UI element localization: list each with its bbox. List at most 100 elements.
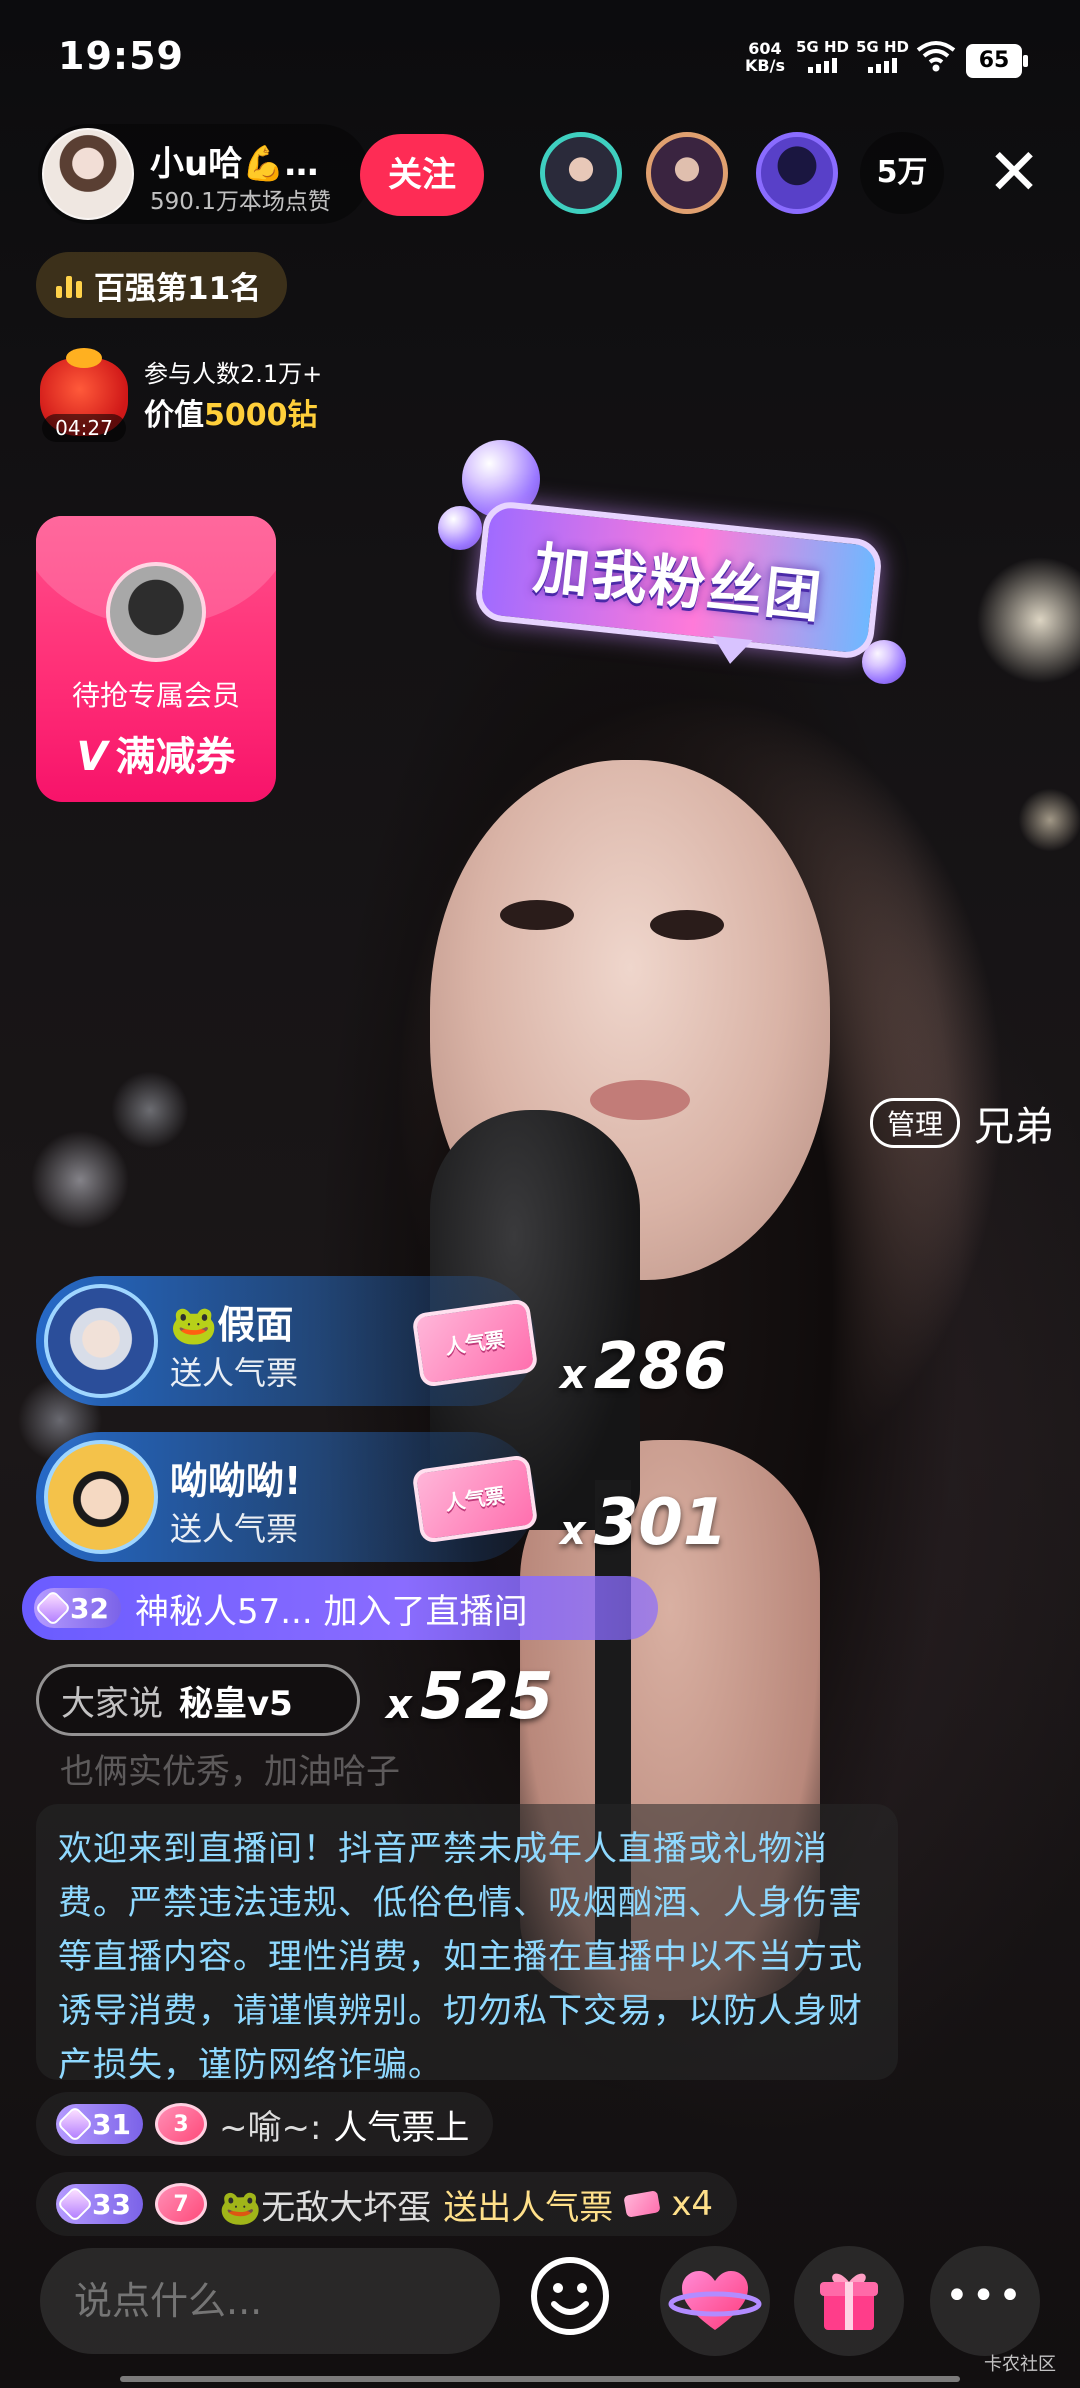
fan-level-badge: 3 [154,2103,207,2145]
watermark: 卡农社区 [984,2354,1056,2375]
home-indicator [120,2376,960,2382]
streamer-eye-left [500,900,574,930]
hot-comment-combo: x 525 [386,1660,553,1734]
disco-ball-small-icon [438,506,482,550]
hot-comment-pill[interactable]: 大家说 秘皇v5 [36,1664,360,1736]
lucky-bag-icon[interactable]: 04:27 [36,348,132,444]
streamer-eye-right [650,910,724,940]
top-viewer-avatar-3[interactable] [756,132,838,214]
streamer-lips [590,1080,690,1120]
coupon-subtitle: V 满减券 [36,724,276,782]
coupon-v-mark: V [76,734,108,780]
battery-indicator: 65 [966,44,1028,78]
signal1-label: 5G HD [796,38,849,56]
level-gem-icon [34,1589,72,1627]
gift-user-avatar[interactable] [44,1440,158,1554]
lucky-bag-participants: 参与人数2.1万+ [144,360,323,388]
lucky-bag-value-amount: 5000钻 [204,398,318,433]
viewer-join-banner: 32 神秘人57... 加入了直播间 [22,1576,658,1640]
hot-comment-text: 秘皇v5 [179,1683,293,1724]
gift-description: 送人气票 [170,1354,299,1392]
gift-combo-x: x [560,1352,586,1398]
gift-box-icon [820,2273,878,2330]
signal1-bars-icon [808,58,837,73]
platform-notice: 欢迎来到直播间！抖音严禁未成年人直播或礼物消费。严禁违法违规、低俗色情、吸烟酗酒… [36,1804,898,2085]
gift-description: 送人气票 [170,1510,299,1548]
coupon-avatar [106,562,206,662]
user-level-number: 32 [70,1591,109,1625]
level-gem-icon [56,2105,94,2143]
status-time: 19:59 [58,34,184,78]
rank-pill[interactable]: 百强第11名 [36,252,288,318]
gift-combo-x: x [560,1508,586,1554]
gift-combo: x 301 [560,1486,727,1560]
user-level-badge: 31 [56,2104,143,2144]
follow-button[interactable]: 关注 [360,134,484,216]
admin-entry-notice: 管理 兄弟 [870,1094,1054,1152]
admin-tag: 管理 [870,1098,961,1148]
gift-combo-count: 301 [593,1486,728,1560]
network-speed-value: 604 [748,39,782,58]
coupon-subtitle-text: 满减券 [115,734,236,780]
bottom-bar: ••• [0,2240,1080,2388]
gift-user-avatar[interactable] [44,1284,158,1398]
anchor-likes: 590.1万本场点赞 [150,189,331,215]
chat-text: 人气票上 [333,2107,470,2148]
like-heart-button[interactable] [660,2246,770,2356]
rank-bars-icon [56,272,82,298]
ticket-mini-icon [623,2190,661,2218]
join-text: 神秘人57... 加入了直播间 [134,1591,528,1632]
gift-combo-count: 286 [593,1330,728,1404]
user-level-badge: 33 [56,2184,143,2224]
signal2-bars-icon [868,58,897,73]
signal2-label: 5G HD [856,38,909,56]
chat-input[interactable] [40,2248,500,2354]
gift-notification[interactable]: 呦呦呦! 送人气票 人气票 [36,1432,539,1562]
lucky-bag-value: 价值5000钻 [144,390,318,434]
top-viewer-avatar-2[interactable] [646,132,728,214]
user-level-badge: 32 [34,1588,121,1628]
top-viewer-avatar-1[interactable] [540,132,622,214]
chat-user-name[interactable]: ~喻~: [219,2100,321,2149]
network-speed: 604 KB/s [745,40,785,74]
gift-user-name: 🐸假面 [170,1303,294,1347]
chat-message[interactable]: 31 3 ~喻~: 人气票上 [36,2092,494,2156]
wifi-icon [916,41,956,72]
anchor-avatar[interactable] [42,128,134,220]
anchor-name: 小u哈💪… [150,144,319,184]
more-options-button[interactable]: ••• [930,2246,1040,2356]
member-coupon-card[interactable]: 待抢专属会员 V 满减券 [36,516,276,802]
hot-comment-combo-count: 525 [419,1660,554,1734]
heart-planet-icon [668,2271,762,2330]
close-icon[interactable]: ✕ [984,140,1044,206]
rank-label: 百强第11名 [94,270,262,307]
network-speed-unit: KB/s [745,56,785,75]
popularity-ticket-icon: 人气票 [411,1454,539,1544]
gift-button[interactable] [794,2246,904,2356]
faded-chat-message: 也俩实优秀，加油哈子 [60,1752,400,1792]
chat-text: 送出人气票 [443,2187,614,2228]
coupon-title: 待抢专属会员 [71,679,240,712]
chat-user-name[interactable]: 🐸无敌大坏蛋 [219,2180,431,2229]
user-level-number: 31 [92,2107,131,2141]
lucky-bag-timer: 04:27 [42,414,126,442]
status-bar: 19:59 604 KB/s 5G HD 5G HD 65 [0,0,1080,110]
user-level-number: 33 [92,2187,131,2221]
lucky-bag-value-prefix: 价值 [144,398,204,433]
anchor-info[interactable]: 小u哈💪… 590.1万本场点赞 [38,124,370,224]
popularity-ticket-icon: 人气票 [411,1298,539,1388]
chat-gift-count: x4 [671,2184,714,2224]
admin-name: 兄弟 [974,1104,1055,1150]
emoji-icon[interactable] [528,2254,612,2338]
level-gem-icon [56,2185,94,2223]
gift-notification[interactable]: 🐸假面 送人气票 人气票 [36,1276,539,1406]
fan-level-badge: 7 [154,2183,207,2225]
lucky-bag-knot [66,348,102,368]
fan-club-banner-tail [710,635,753,666]
chat-message[interactable]: 33 7 🐸无敌大坏蛋 送出人气票 x4 [36,2172,738,2236]
hot-comment-prefix: 大家说 [61,1683,163,1724]
viewer-count-button[interactable]: 5万 [860,132,944,214]
gift-combo: x 286 [560,1330,727,1404]
gift-user-name: 呦呦呦! [170,1459,302,1503]
hot-comment-combo-x: x [386,1682,412,1728]
